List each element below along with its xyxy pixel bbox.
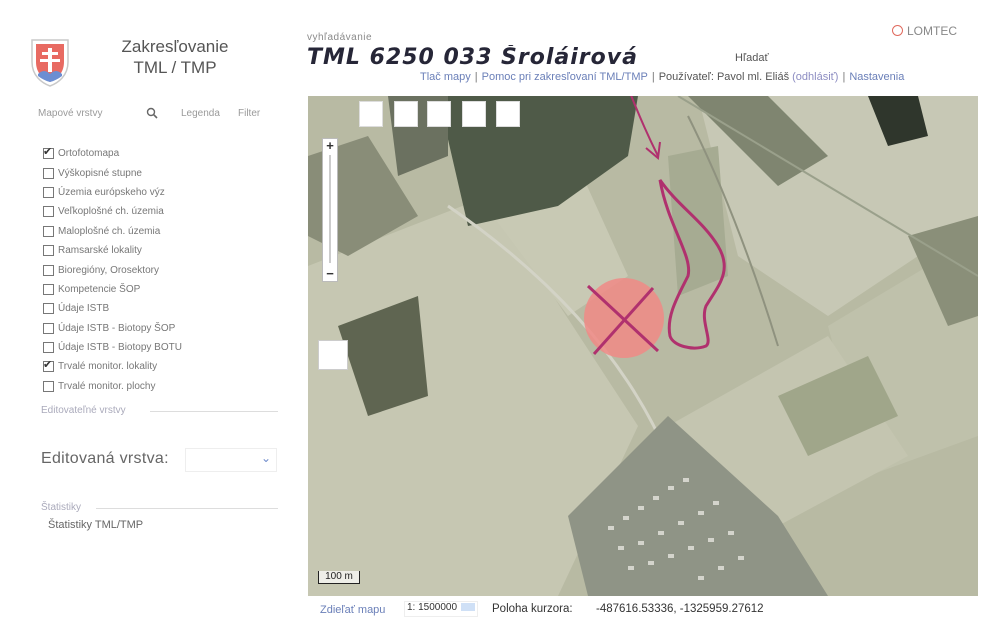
layer-label: Údaje ISTB - Biotopy ŠOP bbox=[58, 322, 176, 334]
layer-label: Údaje ISTB - Biotopy BOTU bbox=[58, 342, 182, 354]
layer-label: Ramsarské lokality bbox=[58, 245, 142, 257]
layer-item[interactable]: Veľkoplošné ch. územia bbox=[43, 202, 283, 221]
app-title-line2: TML / TMP bbox=[133, 58, 217, 77]
search-button[interactable]: Hľadať bbox=[735, 52, 769, 64]
stats-link[interactable]: Štatistiky TML/TMP bbox=[48, 519, 143, 531]
map-tool-button[interactable] bbox=[359, 101, 383, 127]
layer-label: Bioregióny, Orosektory bbox=[58, 264, 159, 276]
tab-map-layers[interactable]: Mapové vrstvy bbox=[38, 108, 102, 119]
layer-item[interactable]: Bioregióny, Orosektory bbox=[43, 260, 283, 279]
brand-logo: LOMTEC bbox=[892, 24, 957, 38]
layer-item[interactable]: Údaje ISTB - Biotopy ŠOP bbox=[43, 319, 283, 338]
app-title: Zakresľovanie TML / TMP bbox=[100, 36, 250, 78]
layer-checkbox[interactable] bbox=[43, 245, 54, 257]
zoom-slider[interactable] bbox=[329, 155, 331, 263]
layer-checkbox[interactable] bbox=[43, 145, 54, 160]
map-tool-button[interactable] bbox=[462, 101, 486, 127]
edited-layer-label: Editovaná vrstva: bbox=[41, 450, 169, 467]
layer-label: Kompetencie ŠOP bbox=[58, 283, 141, 295]
layer-checkbox[interactable] bbox=[43, 358, 54, 373]
zoom-control[interactable]: + − bbox=[322, 138, 338, 282]
user-label: Používateľ: Pavol ml. Eliáš bbox=[658, 71, 790, 83]
map-tool-button[interactable] bbox=[427, 101, 451, 127]
print-map-link[interactable]: Tlač mapy bbox=[420, 71, 471, 83]
layer-checkbox[interactable] bbox=[43, 264, 54, 276]
layer-item[interactable]: Územia európskeho výz bbox=[43, 183, 283, 202]
layer-item[interactable]: Výškopisné stupne bbox=[43, 163, 283, 182]
zoom-minus-icon[interactable]: − bbox=[324, 267, 336, 280]
brand-name: LOMTEC bbox=[907, 24, 958, 38]
layer-checkbox[interactable] bbox=[43, 167, 54, 179]
layer-checkbox[interactable] bbox=[43, 186, 54, 198]
layer-checkbox[interactable] bbox=[43, 380, 54, 392]
help-link[interactable]: Pomoc pri zakresľovaní TML/TMP bbox=[482, 71, 648, 83]
orthophoto-map bbox=[308, 96, 978, 596]
layer-item[interactable]: Ortofotomapa bbox=[43, 144, 283, 163]
layer-item[interactable]: Ramsarské lokality bbox=[43, 241, 283, 260]
search-label: vyhľadávanie bbox=[307, 32, 373, 43]
stats-heading: Štatistiky bbox=[41, 502, 82, 513]
layer-label: Údaje ISTB bbox=[58, 303, 110, 315]
settings-link[interactable]: Nastavenia bbox=[849, 71, 904, 83]
layer-checkbox[interactable] bbox=[43, 342, 54, 354]
app-title-line1: Zakresľovanie bbox=[121, 37, 229, 56]
map-view[interactable]: + − 100 m bbox=[308, 96, 978, 596]
section-divider bbox=[150, 411, 278, 412]
layer-item[interactable]: Trvalé monitor. plochy bbox=[43, 377, 283, 396]
scale-value: 1: 1500000 bbox=[407, 602, 458, 613]
layer-label: Ortofotomapa bbox=[58, 148, 120, 160]
layer-item[interactable]: Údaje ISTB - Biotopy BOTU bbox=[43, 338, 283, 357]
layer-label: Výškopisné stupne bbox=[58, 167, 142, 179]
editable-layers-heading: Editovateľné vrstvy bbox=[41, 405, 126, 416]
layer-label: Trvalé monitor. lokality bbox=[58, 361, 158, 373]
layer-checkbox[interactable] bbox=[43, 283, 54, 295]
chevron-down-icon: ⌄ bbox=[260, 451, 271, 465]
layer-item[interactable]: Maloplošné ch. územia bbox=[43, 222, 283, 241]
layer-item[interactable]: Trvalé monitor. lokality bbox=[43, 357, 283, 376]
layer-checkbox[interactable] bbox=[43, 206, 54, 218]
lomtec-ring-icon bbox=[892, 25, 903, 36]
layer-item[interactable]: Kompetencie ŠOP bbox=[43, 280, 283, 299]
layer-label: Územia európskeho výz bbox=[58, 186, 165, 198]
tab-legend[interactable]: Legenda bbox=[181, 108, 220, 119]
zoom-plus-icon[interactable]: + bbox=[324, 139, 336, 152]
layer-checkbox[interactable] bbox=[43, 225, 54, 237]
search-icon[interactable] bbox=[146, 107, 158, 119]
edited-layer-select[interactable]: ⌄ bbox=[185, 448, 277, 472]
layer-checkbox[interactable] bbox=[43, 303, 54, 315]
search-input[interactable] bbox=[307, 44, 707, 70]
scale-select[interactable]: 1: 1500000 bbox=[404, 601, 479, 617]
map-tool-button[interactable] bbox=[496, 101, 520, 127]
sidebar-tabs: Mapové vrstvy Legenda Filter bbox=[38, 107, 278, 122]
layer-list: Ortofotomapa Výškopisné stupne Územia eu… bbox=[43, 144, 283, 396]
layer-label: Maloplošné ch. územia bbox=[58, 225, 161, 237]
cursor-position-value: -487616.53336, -1325959.27612 bbox=[596, 603, 764, 615]
logout-link[interactable]: (odhlásiť) bbox=[792, 71, 838, 83]
top-links: Tlač mapy | Pomoc pri zakresľovaní TML/TMP… bbox=[420, 71, 905, 83]
cursor-position-label: Poloha kurzora: bbox=[492, 603, 573, 615]
section-divider bbox=[96, 508, 278, 509]
layer-label: Veľkoplošné ch. územia bbox=[58, 206, 164, 218]
layer-checkbox[interactable] bbox=[43, 322, 54, 334]
map-tool-button[interactable] bbox=[394, 101, 418, 127]
layer-item[interactable]: Údaje ISTB bbox=[43, 299, 283, 318]
coat-of-arms-logo bbox=[31, 39, 69, 87]
scale-bar: 100 m bbox=[318, 571, 360, 584]
share-map-link[interactable]: Zdieľať mapu bbox=[320, 604, 385, 616]
dropdown-arrow-icon bbox=[461, 603, 476, 611]
layer-label: Trvalé monitor. plochy bbox=[58, 380, 156, 392]
tab-filter[interactable]: Filter bbox=[238, 108, 260, 119]
map-side-button[interactable] bbox=[318, 340, 348, 370]
